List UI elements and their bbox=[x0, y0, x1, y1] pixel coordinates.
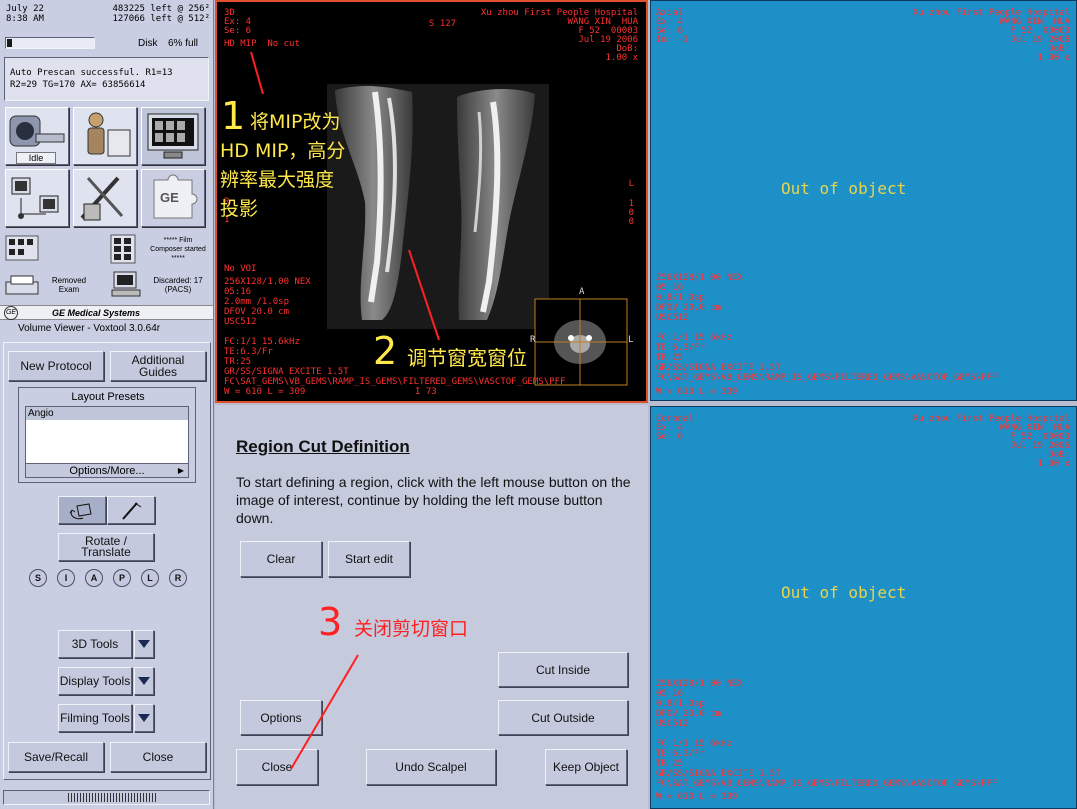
display-tools-button[interactable]: Display Tools bbox=[58, 667, 132, 695]
annotation-text-2: 调节窗宽窗位 bbox=[407, 346, 527, 370]
removed-exam-status: Removed Exam bbox=[51, 276, 87, 294]
save-recall-button[interactable]: Save/Recall bbox=[8, 742, 104, 772]
chevron-down-icon bbox=[138, 640, 150, 648]
system-message-box: Auto Prescan successful. R1=13 R2=29 TG=… bbox=[4, 57, 209, 101]
images-left-512: 127066 left @ 512² bbox=[112, 14, 210, 24]
idle-label: Idle bbox=[16, 152, 56, 164]
chevron-down-icon bbox=[138, 677, 150, 685]
orient-p-button[interactable]: P bbox=[113, 569, 131, 587]
rotate-cube-icon bbox=[69, 503, 92, 520]
orient-i-button[interactable]: I bbox=[57, 569, 75, 587]
annotation-number-3: 3 bbox=[318, 600, 343, 644]
rotate-mode-button[interactable] bbox=[58, 496, 106, 524]
coronal-window-level[interactable]: W = 610 L = 309 bbox=[656, 793, 737, 802]
tools-tile[interactable] bbox=[73, 169, 137, 227]
filming-tools-dropdown[interactable] bbox=[134, 704, 154, 732]
coronal-scan-params: 256X128/1.00 NEX 05:16 0.8/1.0sp DFOV 20… bbox=[656, 679, 998, 789]
film-composer-status: ***** Film Composer started ***** bbox=[150, 237, 206, 262]
scalpel-mode-button[interactable] bbox=[107, 496, 155, 524]
discarded-status: Discarded: 17 (PACS) bbox=[153, 276, 203, 294]
pacs-workstation-icon bbox=[111, 271, 141, 297]
patient-icon bbox=[87, 112, 131, 157]
axial-patient-info: Xu zhou First People Hospital WANG XIN H… bbox=[912, 8, 1070, 63]
company-name: GE Medical Systems bbox=[52, 308, 141, 318]
display-tools-dropdown[interactable] bbox=[134, 667, 154, 695]
network-icon bbox=[11, 177, 59, 219]
coronal-patient-info: Xu zhou First People Hospital WANG XIN H… bbox=[912, 414, 1070, 469]
annotation-number-2: 2 bbox=[373, 329, 398, 373]
coronal-out-of-object: Out of object bbox=[781, 583, 907, 602]
3d-tools-button[interactable]: 3D Tools bbox=[58, 630, 132, 658]
annotation-text-3: 关闭剪切窗口 bbox=[354, 618, 469, 640]
left-control-panel: July 22 8:38 AM 483225 left @ 256² 12706… bbox=[0, 0, 214, 809]
ge-monogram-icon: GE bbox=[4, 306, 18, 320]
orient-l-button[interactable]: L bbox=[141, 569, 159, 587]
volume-viewer-screen: July 22 8:38 AM 483225 left @ 256² 12706… bbox=[0, 0, 1077, 809]
axial-series-info: Axial Ex: 4 Se: 6 Im: -1 bbox=[656, 8, 689, 45]
disk-usage-bar bbox=[5, 37, 95, 49]
ge-logo-text: GE bbox=[160, 190, 179, 205]
region-cut-dialog: Region Cut Definition To start defining … bbox=[215, 405, 648, 809]
orient-r-button[interactable]: R bbox=[169, 569, 187, 587]
images-left-256: 483225 left @ 256² bbox=[112, 4, 210, 14]
images-left: 483225 left @ 256² 127066 left @ 512² bbox=[82, 4, 210, 24]
message-line-1: Auto Prescan successful. R1=13 bbox=[10, 68, 173, 78]
status-date: July 22 bbox=[6, 4, 44, 14]
layout-presets-list[interactable]: Angio Options/More... ▶ bbox=[25, 406, 189, 478]
disk-label: Disk bbox=[138, 38, 158, 49]
app-title: Volume Viewer - Voxtool 3.0.64r bbox=[18, 323, 161, 334]
additional-guides-button[interactable]: Additional Guides bbox=[110, 351, 206, 381]
left-close-button[interactable]: Close bbox=[110, 742, 206, 772]
status-time: 8:38 AM bbox=[6, 14, 44, 24]
film-images-icon bbox=[5, 235, 39, 261]
network-tile[interactable] bbox=[5, 169, 69, 227]
ge-applications-tile[interactable]: GE bbox=[141, 169, 205, 227]
rotate-translate-button[interactable]: Rotate / Translate bbox=[58, 533, 154, 561]
chevron-down-icon bbox=[138, 714, 150, 722]
viewport-axial[interactable]: Axial Ex: 4 Se: 6 Im: -1 Xu zhou First P… bbox=[650, 0, 1077, 401]
disk-percent: 6% full bbox=[168, 38, 199, 49]
status-datetime: July 22 8:38 AM bbox=[6, 4, 44, 24]
disk-usage-fill bbox=[7, 39, 12, 47]
scanner-idle-tile[interactable]: Idle bbox=[5, 107, 69, 165]
3d-tools-dropdown[interactable] bbox=[134, 630, 154, 658]
annotation-text-1: 将MIP改为HD MIP，高分辨率最大强度投影 bbox=[220, 111, 346, 220]
scalpel-icon bbox=[122, 502, 142, 520]
preset-item-angio[interactable]: Angio bbox=[26, 407, 188, 420]
layout-presets-title: Layout Presets bbox=[71, 391, 145, 403]
bottom-scrollbar[interactable] bbox=[3, 790, 210, 805]
printer-icon bbox=[5, 275, 39, 295]
options-more-label: Options/More... bbox=[69, 465, 145, 477]
film-composer-icon bbox=[110, 234, 136, 264]
viewport-3d[interactable]: 3D Ex: 4 Se: 6 HD MIP No cut Xu zhou Fir… bbox=[215, 0, 648, 403]
options-more-button[interactable]: Options/More... ▶ bbox=[26, 463, 188, 477]
image-viewer-tile[interactable] bbox=[141, 107, 205, 165]
message-line-2: R2=29 TG=170 AX= 63856614 bbox=[10, 80, 146, 90]
viewport-coronal[interactable]: Coronal Ex: 4 Se: 6 Xu zhou First People… bbox=[650, 406, 1077, 809]
filming-tools-button[interactable]: Filming Tools bbox=[58, 704, 132, 732]
annotation-arrow-3 bbox=[290, 654, 359, 770]
tools-icon bbox=[80, 176, 124, 221]
monitor-icon bbox=[147, 113, 199, 159]
scrollbar-thumb[interactable] bbox=[68, 793, 156, 802]
axial-scan-params: 256X128/1.00 NEX 05:16 0.8/1.0sp DFOV 20… bbox=[656, 273, 998, 383]
patient-tile[interactable] bbox=[73, 107, 137, 165]
new-protocol-button[interactable]: New Protocol bbox=[8, 351, 104, 381]
orient-a-button[interactable]: A bbox=[85, 569, 103, 587]
ge-branding-bar: GE GE Medical Systems bbox=[0, 305, 213, 320]
chevron-right-icon: ▶ bbox=[177, 466, 184, 475]
axial-out-of-object: Out of object bbox=[781, 179, 907, 198]
axial-window-level[interactable]: W = 610 L = 309 bbox=[656, 388, 737, 397]
layout-presets-group: Layout Presets Angio Options/More... ▶ bbox=[18, 387, 196, 483]
orient-s-button[interactable]: S bbox=[29, 569, 47, 587]
coronal-series-info: Coronal Ex: 4 Se: 6 bbox=[656, 414, 694, 442]
